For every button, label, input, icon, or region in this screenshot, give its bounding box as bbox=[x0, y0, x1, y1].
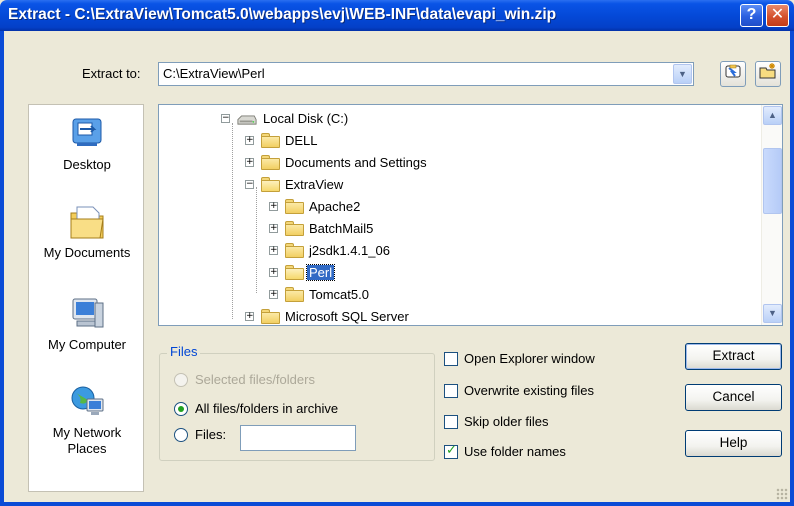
folder-icon bbox=[261, 133, 281, 148]
radio-files[interactable] bbox=[174, 428, 188, 442]
scroll-up-icon[interactable]: ▲ bbox=[763, 106, 782, 125]
tree-item-label: ExtraView bbox=[285, 177, 344, 192]
folder-icon bbox=[285, 243, 305, 258]
expand-icon[interactable]: + bbox=[245, 136, 254, 145]
drive-icon bbox=[237, 115, 257, 125]
extract-to-value[interactable]: C:\ExtraView\Perl bbox=[163, 66, 265, 81]
checkbox-open-explorer[interactable] bbox=[444, 352, 458, 366]
checkmark-icon: ✓ bbox=[446, 443, 457, 458]
folder-icon bbox=[285, 287, 305, 302]
place-my-network-places[interactable]: My Network Places bbox=[29, 383, 145, 457]
desktop-icon bbox=[67, 115, 107, 153]
collapse-icon[interactable]: − bbox=[221, 114, 230, 123]
places-bar: Desktop My Documents My Computer My Netw… bbox=[28, 104, 144, 492]
window-frame-left bbox=[0, 31, 4, 506]
place-label: Desktop bbox=[63, 157, 111, 172]
title-bar[interactable]: Extract - C:\ExtraView\Tomcat5.0\webapps… bbox=[0, 0, 794, 31]
cancel-button[interactable]: Cancel bbox=[685, 384, 782, 411]
my-documents-icon bbox=[67, 203, 107, 241]
checkbox-skip-older-label: Skip older files bbox=[464, 414, 549, 429]
checkbox-use-folder-names-label: Use folder names bbox=[464, 444, 566, 459]
radio-selected-files-label: Selected files/folders bbox=[195, 372, 315, 387]
help-title-button[interactable]: ? bbox=[740, 4, 763, 27]
help-button[interactable]: Help bbox=[685, 430, 782, 457]
place-label: My Network Places bbox=[52, 425, 122, 456]
tree-item-label: DELL bbox=[285, 133, 318, 148]
tree-item-label: Tomcat5.0 bbox=[309, 287, 369, 302]
expand-icon[interactable]: + bbox=[269, 268, 278, 277]
extract-button[interactable]: Extract bbox=[685, 343, 782, 370]
place-my-computer[interactable]: My Computer bbox=[29, 295, 145, 353]
chevron-down-icon[interactable]: ▼ bbox=[673, 64, 692, 84]
tree-connector bbox=[256, 187, 257, 293]
network-places-icon bbox=[67, 383, 107, 421]
checkbox-use-folder-names[interactable]: ✓ bbox=[444, 443, 458, 459]
folder-open-icon bbox=[261, 177, 281, 192]
expand-icon[interactable]: + bbox=[245, 158, 254, 167]
expand-icon[interactable]: + bbox=[269, 290, 278, 299]
tree-item-label-selected: Perl bbox=[305, 264, 336, 281]
resize-grip-icon[interactable] bbox=[776, 488, 788, 500]
tree-item-label: Microsoft SQL Server bbox=[285, 309, 409, 324]
folder-icon bbox=[285, 199, 305, 214]
expand-icon[interactable]: + bbox=[269, 224, 278, 233]
tree-connector bbox=[232, 123, 233, 319]
folder-open-icon bbox=[285, 265, 305, 280]
window-frame-bottom bbox=[0, 502, 794, 506]
window-frame-right bbox=[790, 31, 794, 506]
expand-icon[interactable]: + bbox=[269, 202, 278, 211]
close-button[interactable]: ✕ bbox=[766, 4, 789, 27]
folder-icon bbox=[285, 221, 305, 236]
place-label: My Computer bbox=[47, 337, 127, 352]
tree-item-label: BatchMail5 bbox=[309, 221, 374, 236]
checkbox-open-explorer-label: Open Explorer window bbox=[464, 351, 595, 366]
folder-icon bbox=[261, 309, 281, 324]
tree-item-label: Local Disk (C:) bbox=[263, 111, 349, 126]
go-to-folder-button[interactable] bbox=[720, 61, 746, 87]
place-my-documents[interactable]: My Documents bbox=[29, 203, 145, 261]
checkbox-overwrite-label: Overwrite existing files bbox=[464, 383, 595, 398]
radio-files-label: Files: bbox=[195, 427, 227, 442]
new-folder-button[interactable] bbox=[755, 61, 781, 87]
extract-to-label: Extract to: bbox=[82, 66, 141, 81]
extract-to-combobox[interactable]: C:\ExtraView\Perl ▼ bbox=[158, 62, 694, 86]
window-title: Extract - C:\ExtraView\Tomcat5.0\webapps… bbox=[8, 6, 557, 23]
folder-icon bbox=[261, 155, 281, 170]
tree-item-label: Documents and Settings bbox=[285, 155, 427, 170]
my-computer-icon bbox=[67, 295, 107, 333]
tree-scrollbar[interactable]: ▲ ▼ bbox=[761, 105, 782, 325]
folder-tree[interactable]: − Local Disk (C:) + DELL + Documents and… bbox=[158, 104, 783, 326]
checkbox-skip-older[interactable] bbox=[444, 415, 458, 429]
go-to-folder-icon bbox=[725, 64, 741, 78]
collapse-icon[interactable]: − bbox=[245, 180, 254, 189]
files-group-title: Files bbox=[167, 344, 201, 359]
new-folder-icon bbox=[759, 63, 776, 79]
expand-icon[interactable]: + bbox=[269, 246, 278, 255]
radio-all-files[interactable] bbox=[174, 402, 188, 416]
checkbox-overwrite[interactable] bbox=[444, 384, 458, 398]
scroll-down-icon[interactable]: ▼ bbox=[763, 304, 782, 323]
files-input[interactable] bbox=[240, 425, 356, 451]
radio-selected-files[interactable] bbox=[174, 373, 188, 387]
tree-item-label: Apache2 bbox=[309, 199, 361, 214]
place-desktop[interactable]: Desktop bbox=[29, 115, 145, 173]
scroll-thumb[interactable] bbox=[763, 148, 782, 214]
expand-icon[interactable]: + bbox=[245, 312, 254, 321]
radio-all-files-label: All files/folders in archive bbox=[195, 401, 339, 416]
place-label: My Documents bbox=[43, 245, 131, 260]
tree-item-label: j2sdk1.4.1_06 bbox=[309, 243, 390, 258]
